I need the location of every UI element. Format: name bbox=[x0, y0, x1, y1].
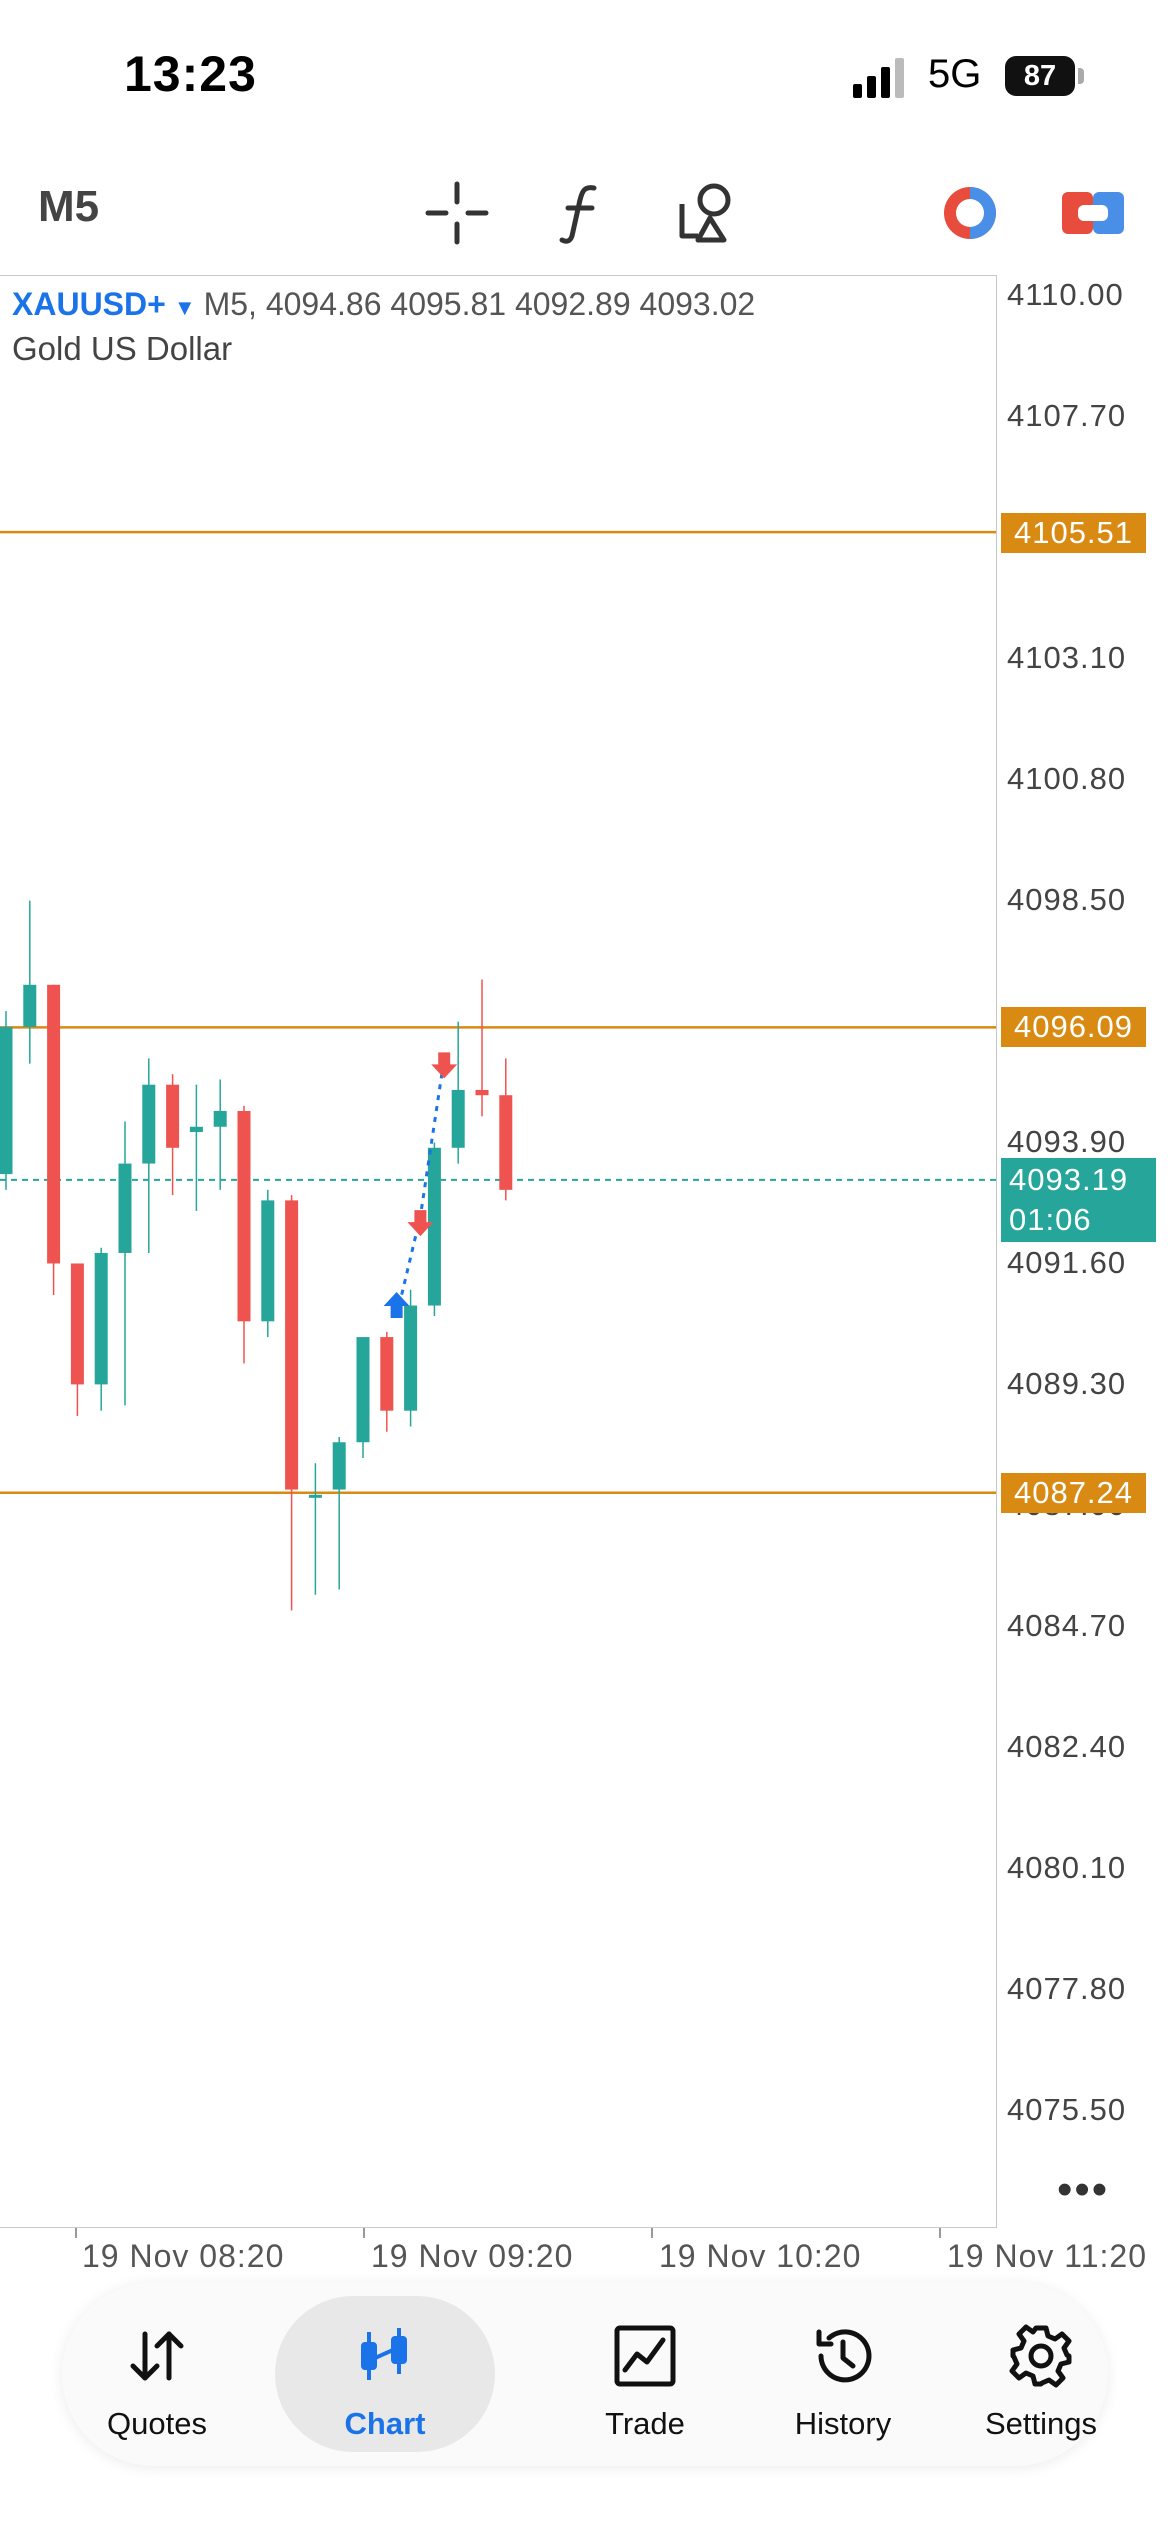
price-tick: 4082.40 bbox=[1007, 1729, 1127, 1764]
candle-body bbox=[166, 1084, 180, 1148]
symbol-header: XAUUSD+ ▼ M5, 4094.86 4095.81 4092.89 4093… bbox=[12, 286, 755, 323]
candle-body bbox=[189, 1126, 203, 1133]
level-label[interactable]: 4096.09 bbox=[1001, 1007, 1146, 1047]
symbol-name[interactable]: XAUUSD+ bbox=[12, 286, 166, 322]
time-tick: 19 Nov 11:20 bbox=[947, 2238, 1147, 2274]
price-tick: 4103.10 bbox=[1007, 640, 1127, 675]
level-label[interactable]: 4105.51 bbox=[1001, 513, 1146, 553]
history-clock-icon bbox=[816, 2329, 872, 2383]
price-tick: 4091.60 bbox=[1007, 1245, 1127, 1280]
price-tick: 4080.10 bbox=[1007, 1850, 1127, 1885]
time-tick: 19 Nov 10:20 bbox=[659, 2238, 862, 2274]
more-options-button[interactable]: ••• bbox=[1057, 2165, 1109, 2215]
ohlc-info: M5, 4094.86 4095.81 4092.89 4093.02 bbox=[203, 286, 756, 322]
candle-body bbox=[142, 1084, 156, 1164]
candle-body bbox=[475, 1089, 489, 1096]
symbol-dropdown-icon[interactable]: ▼ bbox=[174, 295, 196, 320]
price-tick: 4089.30 bbox=[1007, 1366, 1127, 1401]
trade-chart-icon bbox=[614, 2325, 676, 2387]
current-price: 4093.19 bbox=[1009, 1162, 1129, 1197]
candle-body bbox=[356, 1337, 370, 1443]
time-tick: 19 Nov 08:20 bbox=[82, 2238, 285, 2274]
nav-label: Settings bbox=[984, 2406, 1097, 2441]
level-label[interactable]: 4087.24 bbox=[1001, 1473, 1146, 1513]
nav-chart[interactable]: Chart bbox=[275, 2296, 495, 2452]
candle-body bbox=[47, 984, 61, 1264]
time-tick: 19 Nov 09:20 bbox=[371, 2238, 574, 2274]
candle-body bbox=[380, 1337, 394, 1411]
candle-body bbox=[0, 1026, 13, 1175]
gear-icon bbox=[1009, 2324, 1072, 2388]
bottom-navigation: Quotes Chart Trade History Settings bbox=[62, 2282, 1108, 2466]
candlestick-chart bbox=[0, 530, 996, 2238]
chart-candles-icon bbox=[361, 2328, 407, 2380]
nav-quotes[interactable]: Quotes bbox=[62, 2282, 252, 2466]
quotes-arrows-icon bbox=[130, 2331, 184, 2381]
nav-settings[interactable]: Settings bbox=[946, 2282, 1136, 2466]
candle-body bbox=[70, 1263, 84, 1385]
price-tick: 4100.80 bbox=[1007, 761, 1127, 796]
nav-history[interactable]: History bbox=[748, 2282, 938, 2466]
candle-body bbox=[308, 1494, 322, 1498]
candle-body bbox=[499, 1095, 513, 1190]
candle-body bbox=[118, 1163, 132, 1253]
nav-label: Chart bbox=[344, 2406, 426, 2441]
candle-body bbox=[261, 1200, 275, 1322]
sell-arrow-icon bbox=[431, 1052, 458, 1079]
price-tick: 4075.50 bbox=[1007, 2092, 1127, 2127]
price-tick: 4107.70 bbox=[1007, 398, 1127, 433]
price-tick: 4093.90 bbox=[1007, 1124, 1127, 1159]
candle-body bbox=[213, 1110, 227, 1127]
nav-label: Quotes bbox=[107, 2406, 207, 2441]
price-tick: 4098.50 bbox=[1007, 882, 1127, 917]
nav-label: Trade bbox=[605, 2406, 685, 2441]
symbol-description: Gold US Dollar bbox=[12, 330, 233, 367]
candle-body bbox=[427, 1147, 441, 1306]
candle-body bbox=[451, 1089, 465, 1148]
candle-timer: 01:06 bbox=[1009, 1202, 1092, 1237]
candle-body bbox=[237, 1110, 251, 1322]
current-price-label: 4093.19 01:06 bbox=[1001, 1158, 1156, 1242]
candle-body bbox=[285, 1200, 299, 1490]
price-tick: 4077.80 bbox=[1007, 1971, 1127, 2006]
candle-body bbox=[94, 1252, 108, 1385]
price-tick: 4084.70 bbox=[1007, 1608, 1127, 1643]
candle-body bbox=[23, 984, 37, 1027]
price-tick: 4110.00 bbox=[1007, 277, 1124, 312]
candle-body bbox=[332, 1442, 346, 1490]
nav-label: History bbox=[794, 2406, 892, 2441]
candle-body bbox=[404, 1305, 418, 1411]
nav-trade[interactable]: Trade bbox=[550, 2282, 740, 2466]
